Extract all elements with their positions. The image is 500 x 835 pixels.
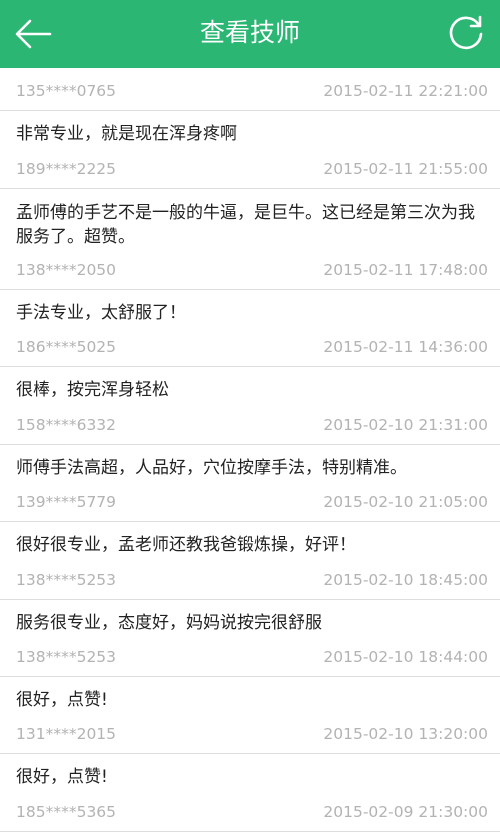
review-content: 很好，点赞!	[16, 690, 108, 710]
review-item[interactable]: 孟师傅的手艺不是一般的牛逼，是巨牛。这已经是第三次为我服务了。超赞。 138**…	[0, 189, 500, 290]
review-item[interactable]: 135****0765 2015-02-11 22:21:00	[0, 68, 500, 111]
review-time: 2015-02-11 21:55:00	[323, 160, 488, 178]
reviewer-phone: 158****6332	[16, 416, 117, 434]
review-item[interactable]: 师傅手法高超，人品好，穴位按摩手法，特别精准。 139****5779 2015…	[0, 445, 500, 522]
reviewer-phone: 138****2050	[16, 261, 117, 279]
reviewer-phone: 186****5025	[16, 338, 117, 356]
reviewer-phone: 185****5365	[16, 803, 117, 821]
reviewer-phone: 135****0765	[16, 82, 117, 100]
review-item[interactable]: 非常专业，就是现在浑身疼啊 189****2225 2015-02-11 21:…	[0, 111, 500, 189]
review-content: 服务很专业，态度好，妈妈说按完很舒服	[16, 613, 322, 633]
top-app-bar: 查看技师	[0, 0, 500, 68]
reviewer-phone: 139****5779	[16, 493, 117, 511]
review-content: 很好很专业，孟老师还教我爸锻炼操，好评！	[16, 535, 356, 555]
reviewer-phone: 138****5253	[16, 571, 117, 589]
review-time: 2015-02-10 13:20:00	[323, 725, 488, 743]
reviewer-phone: 189****2225	[16, 160, 117, 178]
review-time: 2015-02-10 21:31:00	[323, 416, 488, 434]
review-content: 很好，点赞!	[16, 767, 108, 787]
reviewer-phone: 131****2015	[16, 725, 117, 743]
review-item[interactable]: 手法专业，太舒服了！ 186****5025 2015-02-11 14:36:…	[0, 290, 500, 367]
review-item[interactable]: 很好很专业，孟老师还教我爸锻炼操，好评！ 138****5253 2015-02…	[0, 522, 500, 600]
reviewer-phone: 138****5253	[16, 648, 117, 666]
review-time: 2015-02-10 18:44:00	[323, 648, 488, 666]
page-title: 查看技师	[199, 18, 300, 47]
review-time: 2015-02-10 21:05:00	[323, 493, 488, 511]
review-item[interactable]: 服务很专业，态度好，妈妈说按完很舒服 138****5253 2015-02-1…	[0, 600, 500, 677]
review-time: 2015-02-10 18:45:00	[323, 571, 488, 589]
review-time: 2015-02-09 21:30:00	[323, 803, 488, 821]
refresh-icon[interactable]	[444, 12, 488, 56]
review-content: 非常专业，就是现在浑身疼啊	[16, 124, 237, 144]
review-content: 师傅手法高超，人品好，穴位按摩手法，特别精准。	[16, 458, 407, 478]
review-content: 手法专业，太舒服了！	[16, 303, 186, 323]
review-time: 2015-02-11 22:21:00	[323, 82, 488, 100]
review-item[interactable]: 很棒，按完浑身轻松 158****6332 2015-02-10 21:31:0…	[0, 367, 500, 445]
review-list[interactable]: 135****0765 2015-02-11 22:21:00 非常专业，就是现…	[0, 68, 500, 835]
review-item[interactable]: 很好，点赞! 185****5365 2015-02-09 21:30:00	[0, 754, 500, 832]
review-content: 孟师傅的手艺不是一般的牛逼，是巨牛。这已经是第三次为我服务了。超赞。	[16, 203, 475, 247]
review-item[interactable]: 很好，点赞! 131****2015 2015-02-10 13:20:00	[0, 677, 500, 754]
review-time: 2015-02-11 17:48:00	[323, 261, 488, 279]
review-time: 2015-02-11 14:36:00	[323, 338, 488, 356]
review-content: 很棒，按完浑身轻松	[16, 380, 169, 400]
